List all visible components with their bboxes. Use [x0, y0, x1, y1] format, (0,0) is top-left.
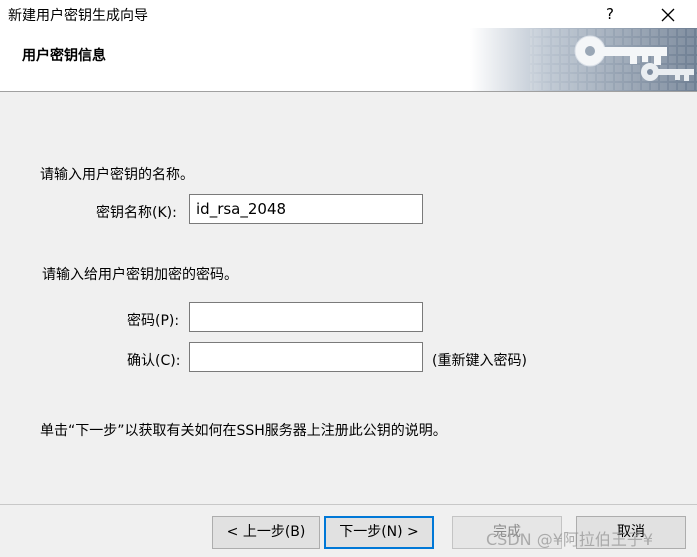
next-button[interactable]: 下一步(N) >: [324, 516, 434, 549]
password-prompt: 请输入给用户密钥加密的密码。: [42, 267, 238, 283]
instruction-note: 单击“下一步”以获取有关如何在SSH服务器上注册此公钥的说明。: [40, 423, 447, 439]
keys-icon: [470, 28, 697, 91]
confirm-input[interactable]: [189, 342, 423, 372]
key-name-input[interactable]: [189, 194, 423, 224]
wizard-header: 用户密钥信息: [0, 28, 697, 92]
close-icon: [661, 8, 675, 21]
confirm-hint: (重新键入密码): [432, 353, 527, 369]
confirm-label: 确认(C):: [127, 353, 181, 369]
close-button[interactable]: [648, 2, 688, 26]
page-title: 用户密钥信息: [22, 48, 106, 64]
key-name-label: 密钥名称(K):: [96, 205, 177, 221]
password-label: 密码(P):: [127, 313, 180, 329]
title-bar: 新建用户密钥生成向导 ?: [0, 0, 697, 28]
footer-divider: [0, 504, 697, 505]
window-title: 新建用户密钥生成向导: [8, 8, 148, 24]
name-prompt: 请输入用户密钥的名称。: [40, 167, 194, 183]
back-button[interactable]: < 上一步(B): [212, 516, 320, 549]
password-input[interactable]: [189, 302, 423, 332]
watermark: CSDN @¥阿拉伯王子¥: [486, 530, 654, 549]
help-button[interactable]: ?: [594, 2, 626, 26]
